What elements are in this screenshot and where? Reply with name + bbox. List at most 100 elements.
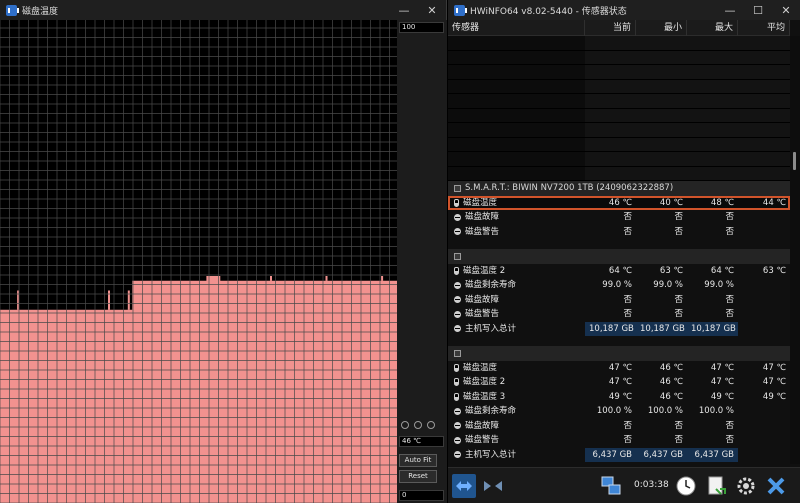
auto-fit-button[interactable]: Auto Fit (399, 454, 437, 467)
network-icon[interactable] (598, 474, 624, 498)
avg-value (738, 278, 790, 293)
arrows-left-right-icon[interactable] (452, 474, 476, 498)
sensor-minimize-button[interactable]: — (716, 0, 744, 20)
max-value: 否 (725, 435, 734, 445)
sensor-row[interactable]: 磁盘警告 否 否 否 (448, 433, 790, 448)
sensor-row[interactable]: 磁盘温度 2 47 ℃ 46 ℃ 47 ℃ 47 ℃ (448, 375, 790, 390)
empty-row (448, 123, 790, 138)
avg-value (738, 433, 790, 448)
sensor-row[interactable]: 磁盘温度 3 49 ℃ 46 ℃ 49 ℃ 49 ℃ (448, 390, 790, 405)
current-value: 99.0 % (602, 280, 632, 290)
reset-button[interactable]: Reset (399, 470, 437, 483)
arrows-collapse-icon[interactable] (480, 474, 506, 498)
min-value: 46 ℃ (659, 391, 683, 402)
sensor-group-header[interactable]: S.M.A.R.T.: BIWIN NV7200 1TB (2409062322… (448, 181, 790, 196)
sensor-row[interactable]: 磁盘警告 否 否 否 (448, 225, 790, 240)
group-separator (448, 462, 790, 464)
clock-icon[interactable] (674, 474, 698, 498)
thermometer-icon (454, 266, 459, 275)
sensor-row[interactable]: 磁盘剩余寿命 100.0 % 100.0 % 100.0 % (448, 404, 790, 419)
sensor-window: HWiNFO64 v8.02-5440 - 传感器状态 — ☐ ✕ 传感器 当前… (448, 0, 800, 503)
current-value: 否 (623, 420, 632, 431)
column-header-max[interactable]: 最大 (687, 20, 738, 36)
sensor-group-header[interactable] (448, 249, 790, 264)
sensor-row[interactable]: 磁盘温度 46 ℃ 40 ℃ 48 ℃ 44 ℃ (448, 195, 790, 210)
graph-close-button[interactable]: ✕ (418, 0, 446, 20)
temperature-spike (270, 276, 272, 281)
graph-titlebar[interactable]: 磁盘温度 — ✕ (0, 0, 446, 20)
sum-icon (454, 451, 461, 459)
sensor-row[interactable]: 磁盘温度 47 ℃ 46 ℃ 47 ℃ 47 ℃ (448, 361, 790, 376)
group-separator (448, 239, 790, 249)
sensor-close-button[interactable]: ✕ (772, 0, 800, 20)
sensor-maximize-button[interactable]: ☐ (744, 0, 772, 20)
sensor-row[interactable]: 磁盘故障 否 否 否 (448, 419, 790, 434)
current-value: 47 ℃ (608, 377, 632, 387)
empty-row (448, 65, 790, 80)
empty-row (448, 36, 790, 51)
status-icon (454, 228, 461, 236)
sensor-label: 磁盘警告 (465, 309, 500, 319)
graph-minimize-button[interactable]: — (390, 0, 418, 20)
min-value: 否 (674, 294, 683, 305)
empty-row (448, 137, 790, 152)
sensor-row[interactable]: 主机写入总计 6,437 GB 6,437 GB 6,437 GB (448, 447, 790, 462)
sensor-table-body[interactable]: S.M.A.R.T.: BIWIN NV7200 1TB (2409062322… (448, 36, 790, 464)
column-header-avg[interactable]: 平均 (738, 20, 790, 36)
avg-value: 44 ℃ (762, 197, 786, 208)
min-value: 99.0 % (653, 280, 683, 290)
empty-row (448, 50, 790, 65)
column-header-min[interactable]: 最小 (636, 20, 687, 36)
column-header-sensor[interactable]: 传感器 (448, 20, 585, 36)
sensor-row[interactable]: 磁盘温度 2 64 ℃ 63 ℃ 64 ℃ 63 ℃ (448, 264, 790, 279)
avg-value: 49 ℃ (762, 391, 786, 402)
sensor-row[interactable]: 磁盘警告 否 否 否 (448, 307, 790, 322)
sensor-toolbar: 0:03:38 (448, 467, 800, 503)
scale-min-field[interactable]: 0 (399, 490, 444, 501)
thermometer-icon (454, 198, 459, 207)
current-value: 47 ℃ (608, 362, 632, 373)
avg-value (738, 293, 790, 308)
graph-title: 磁盘温度 (22, 6, 59, 17)
thermometer-icon (454, 392, 459, 401)
sensor-label: 磁盘故障 (465, 212, 500, 222)
status-icon (454, 296, 461, 304)
sensor-group-title: S.M.A.R.T.: BIWIN NV7200 1TB (2409062322… (465, 183, 674, 193)
max-value: 10,187 GB (687, 321, 738, 336)
min-value: 否 (674, 212, 683, 222)
avg-value (738, 419, 790, 434)
sensor-row[interactable]: 主机写入总计 10,187 GB 10,187 GB 10,187 GB (448, 321, 790, 336)
temperature-spike (108, 290, 110, 310)
max-value: 47 ℃ (710, 377, 734, 387)
sensor-scroll-thumb[interactable] (793, 152, 796, 170)
avg-value (738, 210, 790, 225)
close-app-icon[interactable] (764, 474, 788, 498)
max-value: 47 ℃ (710, 362, 734, 373)
current-value: 否 (623, 294, 632, 305)
graph-option-radio-3[interactable] (427, 421, 435, 429)
min-value: 否 (674, 226, 683, 237)
column-header-current[interactable]: 当前 (585, 20, 636, 36)
sensor-row[interactable]: 磁盘故障 否 否 否 (448, 210, 790, 225)
graph-option-radio-1[interactable] (401, 421, 409, 429)
sensor-row[interactable]: 磁盘剩余寿命 99.0 % 99.0 % 99.0 % (448, 278, 790, 293)
sensor-group-header[interactable] (448, 346, 790, 361)
graph-option-radio-2[interactable] (414, 421, 422, 429)
sensor-row[interactable]: 磁盘故障 否 否 否 (448, 293, 790, 308)
scale-max-field[interactable]: 100 (399, 22, 444, 33)
status-icon (454, 310, 461, 318)
status-icon (454, 281, 461, 289)
temperature-spike (325, 276, 328, 281)
current-value: 46 ℃ (608, 197, 632, 208)
sensor-scrollbar[interactable] (790, 36, 800, 464)
max-value: 99.0 % (704, 280, 734, 290)
sensor-label: 磁盘警告 (465, 435, 500, 445)
avg-value (738, 404, 790, 419)
avg-value: 47 ℃ (762, 377, 786, 387)
settings-icon[interactable] (734, 474, 758, 498)
sensor-titlebar[interactable]: HWiNFO64 v8.02-5440 - 传感器状态 — ☐ ✕ (448, 0, 800, 20)
avg-value: 47 ℃ (762, 362, 786, 373)
report-icon[interactable] (704, 474, 728, 498)
current-value-field: 46 ℃ (399, 436, 444, 447)
sensor-label: 磁盘温度 2 (463, 377, 506, 387)
